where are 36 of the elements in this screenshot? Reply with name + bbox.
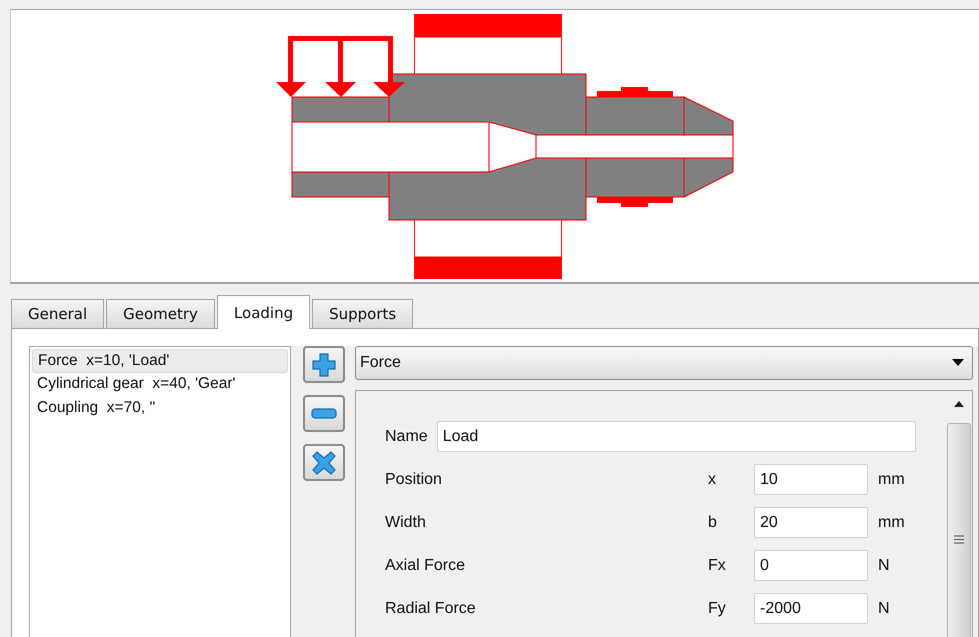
list-item[interactable]: Cylindrical gear x=40, 'Gear' [32,373,288,397]
add-button[interactable] [303,346,345,383]
dropdown-arrow-icon [952,359,964,367]
field-label: Name [385,428,428,446]
tab[interactable]: General [11,299,104,328]
scroll-thumb[interactable] [947,423,971,637]
tab[interactable]: Geometry [106,299,215,328]
symbol-label: x [708,470,717,488]
minus-icon [311,408,337,420]
value-field[interactable]: 20 [754,507,868,538]
value-field[interactable]: 10 [754,464,868,495]
value-field[interactable]: 0 [754,550,868,581]
field-label: Radial Force [385,600,477,618]
grip-icon [954,535,964,544]
field-label: Axial Force [385,556,466,574]
symbol-label: Fx [708,556,727,574]
field-label: Width [385,514,427,532]
list-item[interactable]: Coupling x=70, '' [32,397,288,421]
unit-label: mm [878,470,905,488]
plus-icon [311,352,337,378]
scroll-up-icon [954,401,964,407]
tab[interactable]: Supports [312,299,414,328]
type-dropdown[interactable]: Force [355,346,973,380]
name-field[interactable]: Load [436,421,916,452]
list-item[interactable]: Force x=10, 'Load' [32,349,288,373]
tab[interactable]: Loading [216,295,310,329]
unit-label: N [878,600,890,618]
unit-label: mm [878,514,905,532]
unit-label: N [878,556,890,574]
field-label: Position [385,470,443,488]
symbol-label: Fy [708,600,727,618]
close-icon [311,450,337,476]
remove-button[interactable] [303,395,345,432]
symbol-label: b [708,514,718,532]
value-field[interactable]: -2000 [754,593,868,624]
delete-button[interactable] [303,444,345,481]
